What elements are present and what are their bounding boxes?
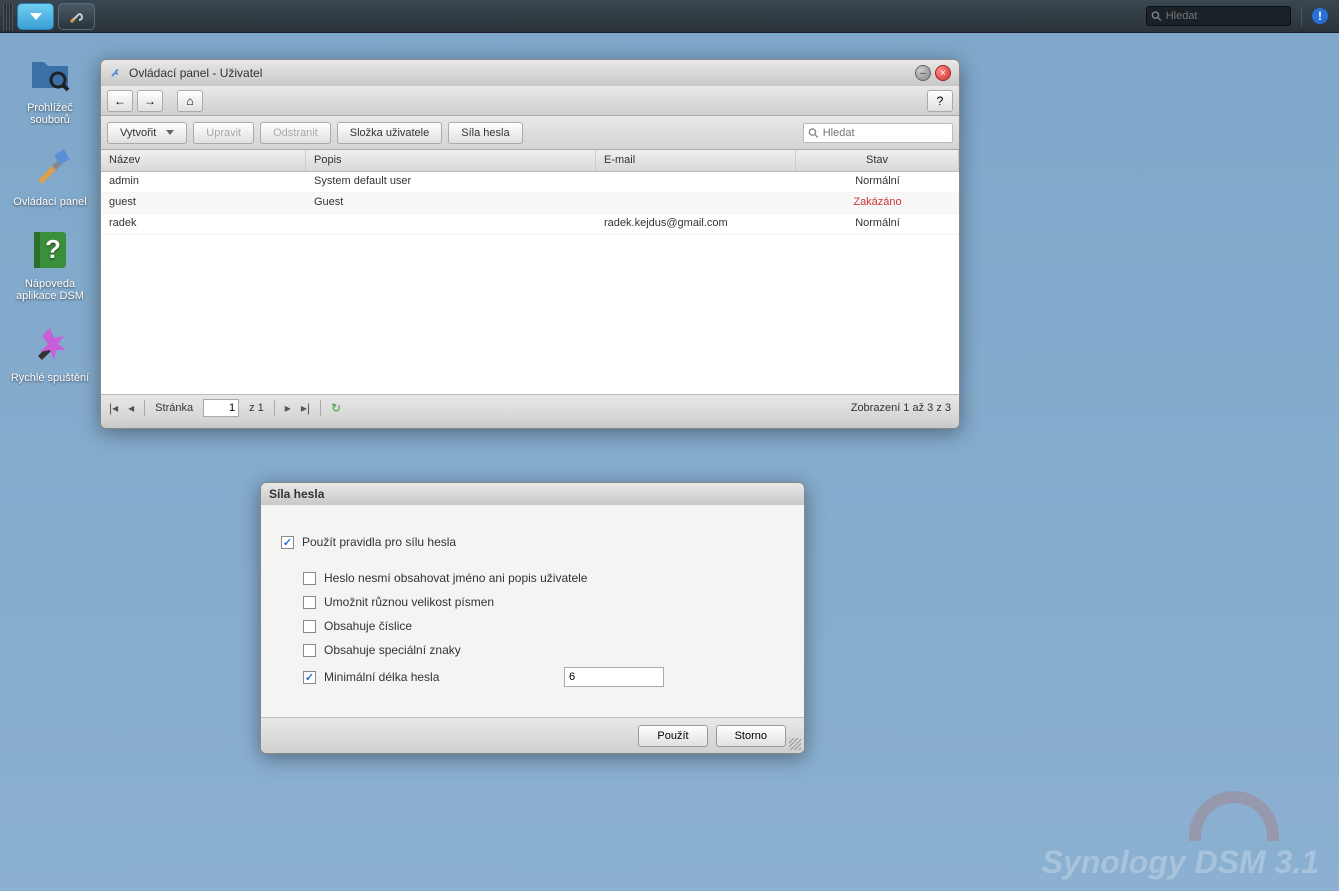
checkbox-digits[interactable]: Obsahuje číslice (303, 619, 784, 633)
cell-name: radek (101, 214, 306, 234)
cell-status: Normální (796, 214, 959, 234)
cell-name: guest (101, 193, 306, 213)
checkbox-label: Obsahuje číslice (324, 619, 412, 633)
column-desc[interactable]: Popis (306, 150, 596, 171)
window-title: Ovládací panel - Uživatel (129, 66, 262, 80)
minlen-input[interactable] (564, 667, 664, 687)
cell-name: admin (101, 172, 306, 192)
resize-grip[interactable] (789, 738, 801, 750)
desktop-icon-label: Prohlížeč souborů (10, 102, 90, 126)
edit-button[interactable]: Upravit (193, 122, 254, 144)
checkbox-case[interactable]: Umožnit různou velikost písmen (303, 595, 784, 609)
password-strength-dialog: Síla hesla Použít pravidla pro sílu hesl… (260, 482, 805, 754)
desktop-icon-file-browser[interactable]: Prohlížeč souborů (10, 50, 90, 126)
info-icon[interactable]: ! (1312, 8, 1328, 24)
main-menu-button[interactable] (17, 3, 54, 30)
toolbar-search-input[interactable] (823, 127, 948, 139)
window-nav: ← → ⌂ ? (101, 86, 959, 116)
cell-status: Normální (796, 172, 959, 192)
pager-next[interactable]: ▸ (285, 401, 291, 415)
create-button[interactable]: Vytvořit (107, 122, 187, 144)
dialog-titlebar[interactable]: Síla hesla (261, 483, 804, 505)
taskbar-app-button[interactable] (58, 3, 95, 30)
checkbox-no-name[interactable]: Heslo nesmí obsahovat jméno ani popis už… (303, 571, 784, 585)
checkbox-minlen[interactable]: Minimální délka hesla (303, 667, 784, 687)
cell-desc: System default user (306, 172, 596, 192)
pager: |◂ ◂ Stránka z 1 ▸ ▸| ↻ Zobrazení 1 až 3… (101, 394, 959, 420)
checkbox-label: Heslo nesmí obsahovat jméno ani popis už… (324, 571, 587, 585)
checkbox-apply-rules[interactable]: Použít pravidla pro sílu hesla (281, 535, 784, 549)
taskbar-divider (1301, 6, 1302, 26)
checkbox-icon[interactable] (303, 596, 316, 609)
back-button[interactable]: ← (107, 90, 133, 112)
desktop-icon-label: Ovládací panel (10, 196, 90, 208)
table-header: Název Popis E-mail Stav (101, 150, 959, 172)
dialog-body: Použít pravidla pro sílu hesla Heslo nes… (261, 505, 804, 717)
taskbar-search[interactable] (1146, 6, 1291, 26)
column-status[interactable]: Stav (796, 150, 959, 171)
search-icon (808, 127, 819, 139)
cancel-button[interactable]: Storno (716, 725, 786, 747)
checkbox-label: Umožnit různou velikost písmen (324, 595, 494, 609)
cell-status: Zakázáno (796, 193, 959, 213)
cell-desc: Guest (306, 193, 596, 213)
delete-button[interactable]: Odstranit (260, 122, 331, 144)
checkbox-icon[interactable] (303, 620, 316, 633)
checkbox-icon[interactable] (281, 536, 294, 549)
checkbox-label: Minimální délka hesla (324, 670, 439, 684)
pager-of: z 1 (249, 402, 264, 414)
desktop-icon-help[interactable]: ? Nápoveda aplikace DSM (10, 226, 90, 302)
user-folder-button[interactable]: Složka uživatele (337, 122, 443, 144)
cell-email (596, 193, 796, 213)
help-button[interactable]: ? (927, 90, 953, 112)
table-row[interactable]: admin System default user Normální (101, 172, 959, 193)
checkbox-special[interactable]: Obsahuje speciální znaky (303, 643, 784, 657)
forward-button[interactable]: → (137, 90, 163, 112)
desktop-icon-label: Rychlé spuštění (10, 372, 90, 384)
checkbox-icon[interactable] (303, 644, 316, 657)
checkbox-icon[interactable] (303, 671, 316, 684)
desktop-icons: Prohlížeč souborů Ovládací panel ? Nápov… (10, 50, 90, 402)
password-strength-button[interactable]: Síla hesla (448, 122, 522, 144)
pager-page-input[interactable] (203, 399, 239, 417)
dialog-footer: Použít Storno (261, 717, 804, 753)
table-row[interactable]: guest Guest Zakázáno (101, 193, 959, 214)
wrench-icon (109, 65, 123, 82)
watermark-gauge (1189, 791, 1279, 841)
taskbar: ! (0, 0, 1339, 33)
pager-info: Zobrazení 1 až 3 z 3 (851, 402, 951, 414)
desktop-icon-quickstart[interactable]: Rychlé spuštění (10, 320, 90, 384)
taskbar-handle (3, 3, 13, 30)
dialog-title: Síla hesla (269, 487, 324, 501)
pager-prev[interactable]: ◂ (128, 401, 134, 415)
checkbox-label: Použít pravidla pro sílu hesla (302, 535, 456, 549)
cell-email: radek.kejdus@gmail.com (596, 214, 796, 234)
control-panel-window: Ovládací panel - Uživatel – × ← → ⌂ ? Vy… (100, 59, 960, 429)
cell-desc (306, 214, 596, 234)
pager-last[interactable]: ▸| (301, 401, 310, 415)
toolbar-search[interactable] (803, 123, 953, 143)
table-row[interactable]: radek radek.kejdus@gmail.com Normální (101, 214, 959, 235)
window-toolbar: Vytvořit Upravit Odstranit Složka uživat… (101, 116, 959, 150)
pager-label: Stránka (155, 402, 193, 414)
search-icon (1151, 10, 1162, 22)
checkbox-label: Obsahuje speciální znaky (324, 643, 461, 657)
checkbox-icon[interactable] (303, 572, 316, 585)
pager-refresh[interactable]: ↻ (331, 401, 341, 415)
pager-first[interactable]: |◂ (109, 401, 118, 415)
table-body: admin System default user Normální guest… (101, 172, 959, 394)
desktop-icon-control-panel[interactable]: Ovládací panel (10, 144, 90, 208)
home-button[interactable]: ⌂ (177, 90, 203, 112)
svg-text:?: ? (45, 234, 61, 264)
window-titlebar[interactable]: Ovládací panel - Uživatel – × (101, 60, 959, 86)
taskbar-search-input[interactable] (1166, 10, 1286, 22)
watermark: Synology DSM 3.1 (1042, 844, 1319, 881)
cell-email (596, 172, 796, 192)
minimize-button[interactable]: – (915, 65, 931, 81)
apply-button[interactable]: Použít (638, 725, 707, 747)
close-button[interactable]: × (935, 65, 951, 81)
desktop-icon-label: Nápoveda aplikace DSM (10, 278, 90, 302)
column-name[interactable]: Název (101, 150, 306, 171)
column-email[interactable]: E-mail (596, 150, 796, 171)
